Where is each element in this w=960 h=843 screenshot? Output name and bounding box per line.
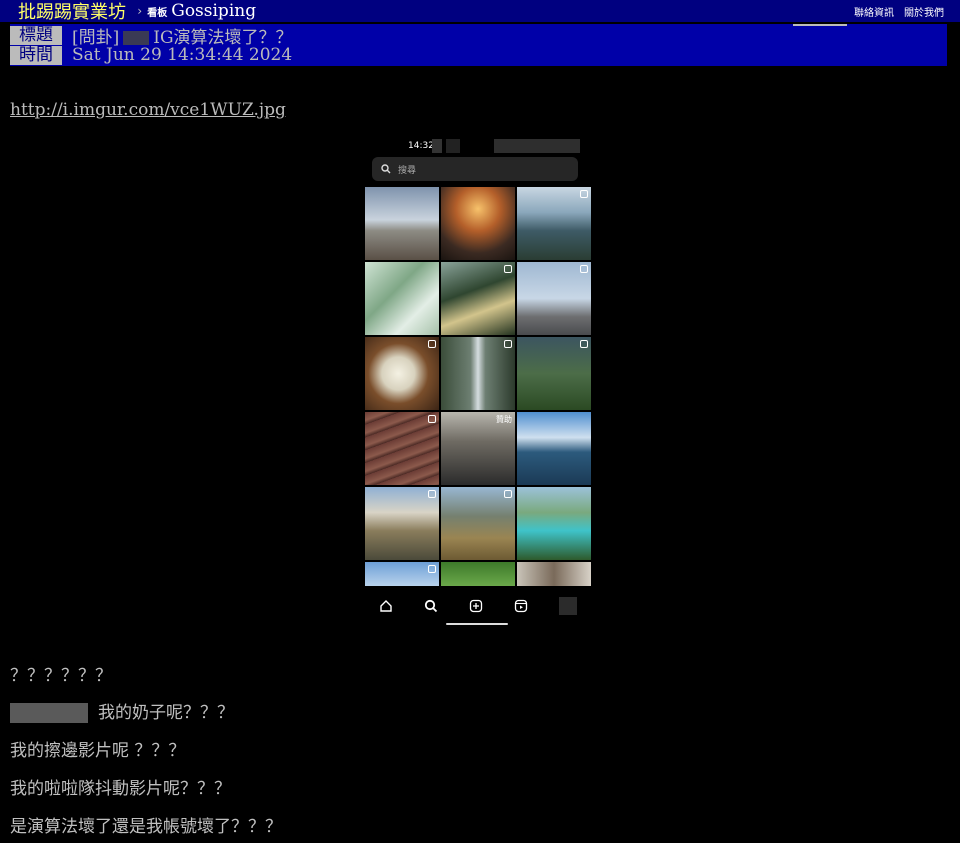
redacted-blur <box>123 31 150 45</box>
status-time: 14:32 <box>408 141 434 151</box>
profile-icon[interactable] <box>558 597 577 615</box>
explore-tile[interactable] <box>441 262 515 335</box>
top-links: 聯絡資訊 關於我們 <box>854 4 944 19</box>
home-indicator <box>446 623 508 625</box>
reels-icon <box>504 340 512 348</box>
search-icon <box>381 164 391 174</box>
phone-screenshot: 14:32 搜尋 贊助 <box>364 134 592 630</box>
explore-tile[interactable] <box>365 262 439 335</box>
explore-tile[interactable] <box>517 487 591 560</box>
reels-icon <box>428 565 436 573</box>
carousel-icon <box>580 340 588 348</box>
ig-search-bar[interactable]: 搜尋 <box>372 157 578 181</box>
explore-tile[interactable]: 贊助 <box>441 412 515 485</box>
top-nav-bar: 批踢踢實業坊 › 看板 Gossiping 聯絡資訊 關於我們 <box>0 0 960 24</box>
carousel-icon <box>504 265 512 273</box>
reels-icon <box>428 490 436 498</box>
reels-icon[interactable] <box>514 599 528 613</box>
reels-icon <box>428 415 436 423</box>
time-label: 時間 <box>10 45 62 65</box>
explore-tile[interactable] <box>365 337 439 410</box>
explore-tile[interactable] <box>517 412 591 485</box>
title-row: 標題 [問卦] IG演算法壞了？？ <box>10 23 293 48</box>
post-header: 標題 [問卦] IG演算法壞了？？ 時間 Sat Jun 29 14:34:44 … <box>10 24 947 66</box>
title-label: 標題 <box>10 25 62 45</box>
explore-tile[interactable] <box>517 187 591 260</box>
explore-grid: 贊助 <box>365 187 591 586</box>
explore-tile[interactable] <box>441 337 515 410</box>
carousel-icon <box>580 265 588 273</box>
breadcrumb-separator: › <box>136 4 144 18</box>
status-blur <box>494 139 580 153</box>
post-line: 是演算法壞了還是我帳號壞了？？？ <box>10 817 282 837</box>
image-link[interactable]: http://i.imgur.com/vce1WUZ.jpg <box>10 100 286 120</box>
carousel-icon <box>504 490 512 498</box>
add-icon[interactable] <box>469 599 483 613</box>
search-placeholder: 搜尋 <box>398 165 417 176</box>
explore-tile[interactable] <box>441 187 515 260</box>
explore-tile[interactable] <box>365 562 439 586</box>
search-icon[interactable] <box>424 599 438 613</box>
explore-tile[interactable] <box>441 562 515 586</box>
carousel-icon <box>580 190 588 198</box>
board-tag-label: 看板 <box>147 7 168 19</box>
post-line: 我的擦邊影片呢 ？？？ <box>10 741 186 761</box>
redacted-blur <box>10 703 88 723</box>
home-icon[interactable] <box>379 599 393 613</box>
contact-link[interactable]: 聯絡資訊 <box>854 4 894 19</box>
time-row: 時間 Sat Jun 29 14:34:44 2024 <box>10 45 292 65</box>
post-title: [問卦] IG演算法壞了？？ <box>72 23 293 48</box>
about-link[interactable]: 關於我們 <box>904 4 944 19</box>
ig-bottom-nav <box>364 594 592 618</box>
sponsored-tag: 贊助 <box>496 415 512 424</box>
board-name-link[interactable]: Gossiping <box>171 1 256 21</box>
post-line-text: 我的奶子呢？？？ <box>98 703 234 723</box>
explore-tile[interactable] <box>517 337 591 410</box>
post-line: 我的啦啦隊抖動影片呢？？？ <box>10 779 231 799</box>
post-line: 我的奶子呢？？？ <box>10 698 234 723</box>
explore-tile[interactable] <box>517 262 591 335</box>
site-name-link[interactable]: 批踢踢實業坊 <box>18 0 126 24</box>
explore-tile[interactable] <box>517 562 591 586</box>
explore-tile[interactable] <box>365 487 439 560</box>
explore-tile[interactable] <box>365 187 439 260</box>
status-blur <box>446 139 460 153</box>
explore-tile[interactable] <box>441 487 515 560</box>
header-decoration <box>793 24 847 26</box>
status-blur <box>432 139 442 153</box>
explore-tile[interactable] <box>365 412 439 485</box>
post-time: Sat Jun 29 14:34:44 2024 <box>72 45 293 65</box>
reels-icon <box>428 340 436 348</box>
post-line: ？？？？？？ <box>10 666 112 686</box>
